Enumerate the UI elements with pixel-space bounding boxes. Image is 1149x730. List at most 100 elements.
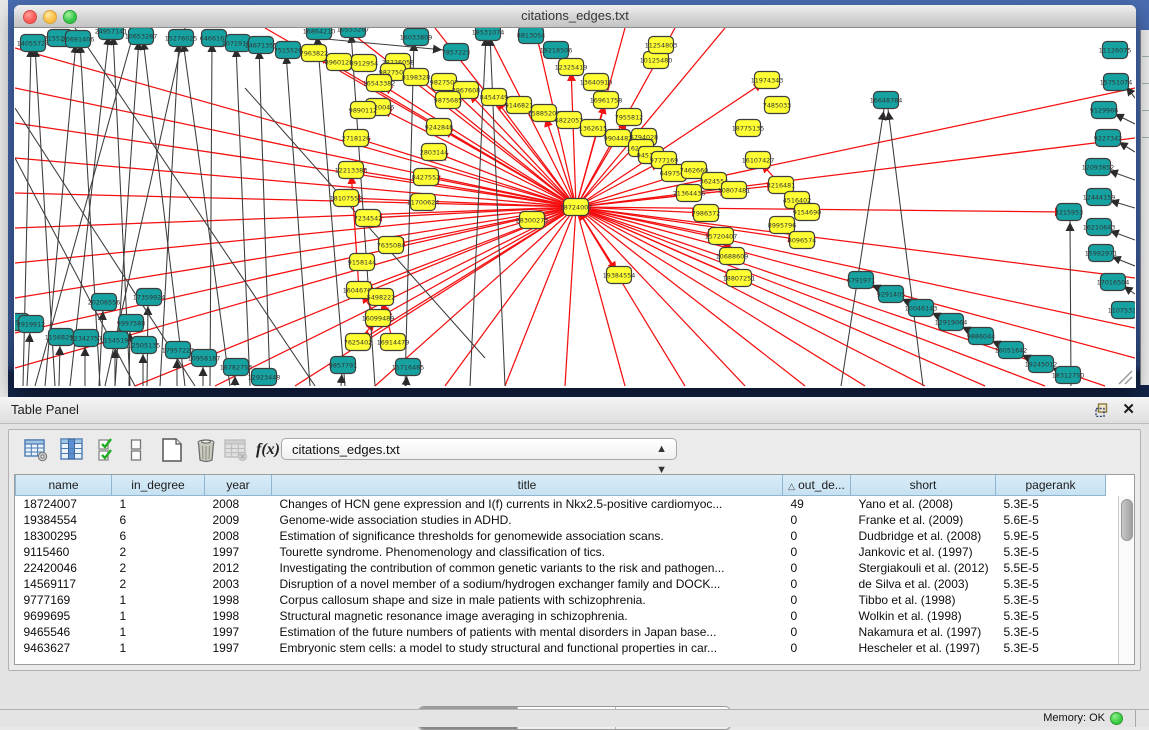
delete-trash-icon[interactable] [193, 437, 219, 463]
graph-node[interactable]: 11254803 [645, 37, 678, 54]
graph-node[interactable]: 9158144 [348, 254, 376, 271]
graph-node[interactable]: 8995796 [768, 217, 796, 234]
table-row[interactable]: 911546021997Tourette syndrome. Phenomeno… [16, 544, 1106, 560]
table-row[interactable]: 977716911998Corpus callosum shape and si… [16, 592, 1106, 608]
graph-node[interactable]: 2718126 [342, 130, 370, 147]
graph-node[interactable]: 19384554 [603, 267, 636, 284]
graph-node[interactable]: 16107427 [742, 152, 775, 169]
graph-node[interactable]: 11700624 [407, 194, 440, 211]
new-table-icon[interactable] [159, 437, 185, 463]
graph-node[interactable]: 9129966 [1090, 102, 1118, 119]
graph-node[interactable]: 12923448 [248, 369, 281, 386]
graph-node[interactable]: 8096574 [788, 232, 816, 249]
graph-node[interactable]: 7234542 [354, 210, 382, 227]
graph-node[interactable]: 7515526 [274, 42, 302, 59]
graph-node[interactable]: 11974343 [751, 72, 784, 89]
column-header-name[interactable]: name [16, 475, 112, 496]
network-window[interactable]: citations_edges.txt 14055724215527312069… [14, 5, 1136, 388]
function-builder-icon[interactable]: f(x) [255, 437, 281, 463]
graph-node[interactable]: 18312750 [1052, 367, 1085, 384]
graph-node[interactable]: 9875685 [434, 92, 462, 109]
graph-node[interactable]: 10807481 [718, 182, 751, 199]
graph-node[interactable]: 8427552 [412, 169, 440, 186]
graph-node[interactable]: 16864210 [303, 28, 336, 40]
graph-node[interactable]: 11126075 [1099, 42, 1132, 59]
graph-node[interactable]: 15276025 [165, 30, 198, 47]
graph-node[interactable]: 9154690 [793, 204, 821, 221]
graph-node[interactable]: 17359924 [133, 289, 166, 306]
graph-node[interactable]: 13640910 [580, 74, 613, 91]
column-header-pagerank[interactable]: pagerank [996, 475, 1106, 496]
graph-node[interactable]: 10046143 [905, 300, 938, 317]
table-row[interactable]: 946554611997Estimation of the future num… [16, 624, 1106, 640]
table-settings-icon[interactable] [23, 437, 49, 463]
graph-node[interactable]: 18531074 [472, 28, 505, 41]
column-header-out_de[interactable]: △out_de... [783, 475, 851, 496]
graph-node[interactable]: 10653287 [125, 28, 158, 45]
graph-node[interactable]: 12325419 [555, 59, 588, 76]
graph-node[interactable]: 15992971 [1085, 245, 1118, 262]
graph-node[interactable]: 16914479 [377, 334, 410, 351]
graph-node[interactable]: 16543382 [363, 75, 396, 92]
graph-node[interactable]: 20691406 [62, 31, 95, 48]
column-header-in_degree[interactable]: in_degree [112, 475, 205, 496]
resize-grip[interactable] [1119, 371, 1132, 384]
graph-node[interactable]: 12444159 [1083, 189, 1116, 206]
graph-node[interactable]: 3919912 [17, 316, 45, 333]
graph-node[interactable]: 8198328 [402, 69, 430, 86]
graph-node[interactable]: 16033809 [400, 29, 433, 46]
graph-node[interactable]: 3215953 [1055, 204, 1083, 221]
select-rows-icon[interactable] [97, 437, 117, 463]
graph-node[interactable]: 6791971 [847, 272, 875, 289]
graph-node[interactable]: 21364436 [673, 185, 706, 202]
graph-node[interactable]: 12213383 [335, 162, 368, 179]
graph-node[interactable]: 9242848 [425, 119, 453, 136]
table-scrollbar[interactable] [1118, 496, 1134, 664]
graph-node[interactable]: 9227342 [1094, 130, 1122, 147]
graph-node[interactable]: 28300273 [516, 212, 549, 229]
column-select-icon[interactable] [59, 437, 85, 463]
graph-node[interactable]: 15720407 [705, 228, 738, 245]
graph-node[interactable]: 16051642 [995, 342, 1028, 359]
graph-node[interactable]: 9857791 [329, 357, 357, 374]
table-row[interactable]: 946362711997Embryonic stem cells: a mode… [16, 640, 1106, 656]
graph-node[interactable]: 9291405 [877, 286, 905, 303]
graph-node[interactable]: 18775135 [732, 120, 765, 137]
table-selector-dropdown[interactable]: citations_edges.txt ▲▼ [281, 438, 677, 460]
close-panel-icon[interactable]: ✕ [1122, 401, 1135, 419]
table-row[interactable]: 2242004622012Investigating the contribut… [16, 560, 1106, 576]
graph-node[interactable]: 7635084 [377, 237, 405, 254]
graph-node[interactable]: 10553267 [337, 28, 370, 38]
graph-node[interactable]: 7857223 [442, 44, 470, 61]
graph-node[interactable]: 16210643 [1083, 219, 1116, 236]
graph-node[interactable]: 16099489 [362, 310, 395, 327]
graph-node[interactable]: 12093852 [1082, 159, 1115, 176]
graph-node[interactable]: 9886044 [967, 328, 995, 345]
table-row[interactable]: 1830029562008Estimation of significance … [16, 528, 1106, 544]
graph-node[interactable]: 9890112 [349, 102, 377, 119]
graph-node[interactable]: 16961758 [590, 92, 623, 109]
close-traffic-light[interactable] [23, 10, 37, 24]
column-header-year[interactable]: year [205, 475, 272, 496]
graph-node[interactable]: 7955812 [615, 109, 643, 126]
graph-node[interactable]: 18807251 [723, 270, 756, 287]
graph-node[interactable]: 12919064 [935, 314, 968, 331]
network-view-canvas[interactable]: 1405572421552731206914062495714110653287… [15, 28, 1135, 388]
graph-node[interactable]: 12342757 [70, 330, 103, 347]
graph-node[interactable]: 24957141 [95, 28, 128, 40]
graph-node[interactable]: 19245012 [1025, 356, 1058, 373]
graph-node[interactable]: 18107552 [330, 190, 363, 207]
graph-node[interactable]: 7485033 [763, 97, 791, 114]
table-row[interactable]: 1456911722003Disruption of a novel membe… [16, 576, 1106, 592]
graph-node[interactable]: 14671355 [245, 37, 278, 54]
graph-node[interactable]: 11075324 [1108, 302, 1135, 319]
graph-node[interactable]: 7986372 [692, 205, 720, 222]
graph-node[interactable]: 15751074 [1100, 74, 1133, 91]
graph-node[interactable]: 10688609 [716, 248, 749, 265]
graph-node[interactable]: 15716485 [392, 359, 425, 376]
graph-node[interactable]: 7625402 [344, 334, 372, 351]
float-window-icon[interactable] [1095, 403, 1109, 417]
graph-node[interactable]: 9997588 [117, 315, 145, 332]
graph-node[interactable]: 10958187 [188, 350, 221, 367]
graph-node[interactable]: 17016504 [1097, 274, 1130, 291]
